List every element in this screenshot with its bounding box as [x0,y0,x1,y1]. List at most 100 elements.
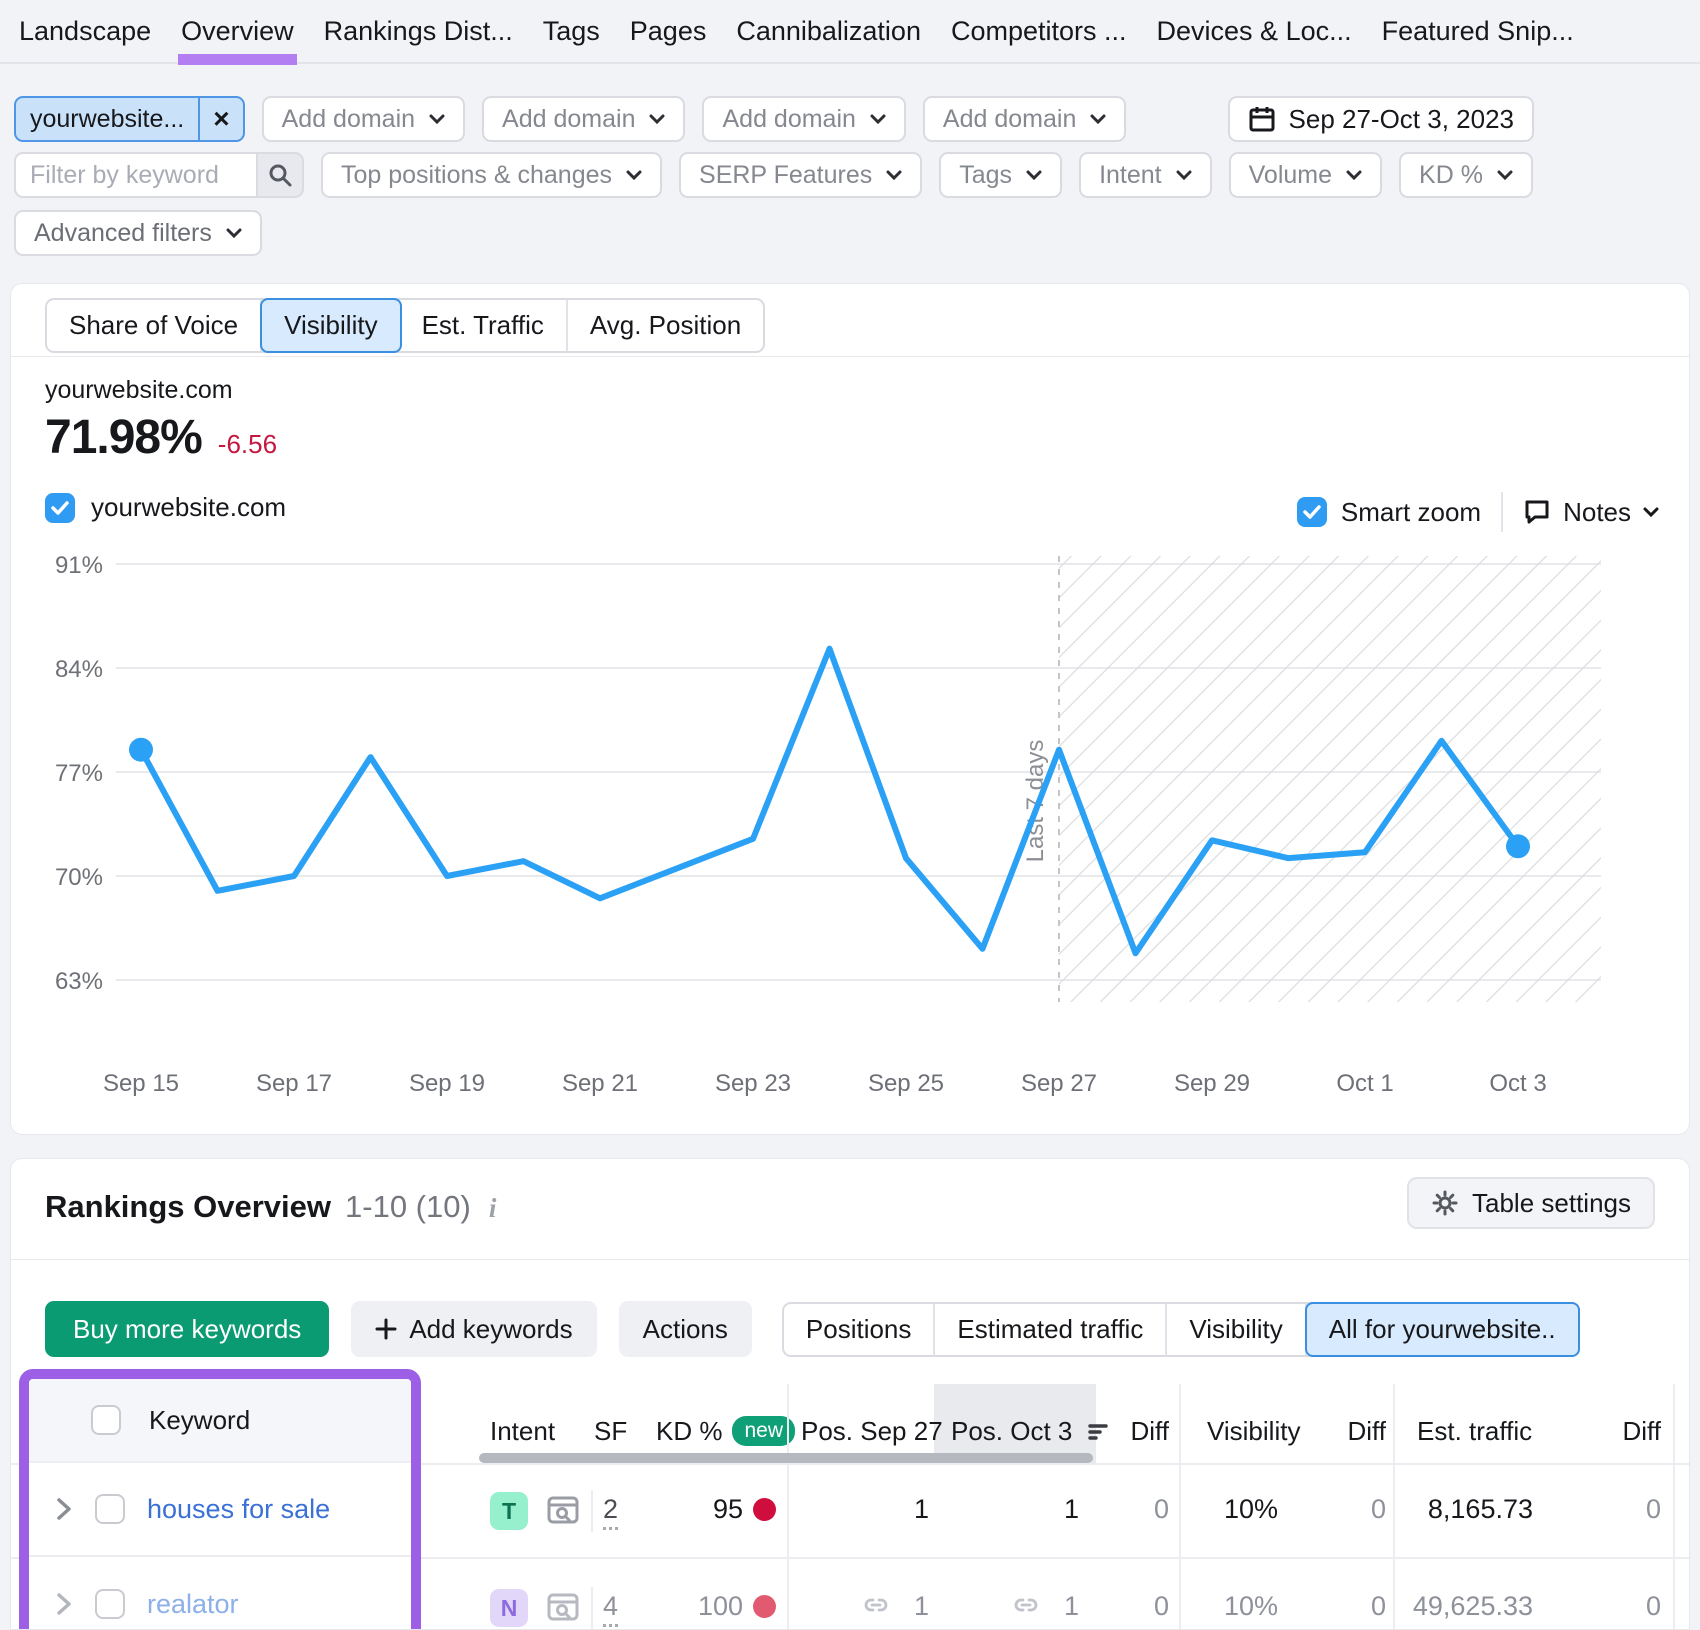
rankings-toolbar: Buy more keywords Add keywords Actions P… [45,1301,1580,1357]
pos-sep27-value: 1 [891,1591,929,1622]
check-icon [51,501,69,515]
tab-est-traffic[interactable]: Est. Traffic [400,300,568,351]
notes-dropdown[interactable]: Notes [1523,497,1659,528]
pos-sep27-value: 1 [811,1494,929,1525]
sf-count[interactable]: 4 [603,1591,618,1627]
select-all-checkbox[interactable] [91,1405,121,1435]
table-settings-button[interactable]: Table settings [1407,1177,1655,1229]
row-checkbox[interactable] [95,1494,125,1524]
notes-label: Notes [1563,497,1631,528]
serp-features-icon[interactable] [546,1494,580,1526]
keyword-cell-row-2: realator [29,1557,411,1630]
col-diff-2[interactable]: Diff [1321,1416,1386,1447]
col-visibility[interactable]: Visibility [1207,1416,1300,1447]
svg-text:Sep 19: Sep 19 [409,1070,485,1097]
info-icon[interactable]: i [485,1193,497,1224]
col-kd[interactable]: KD %new [656,1416,795,1447]
view-all-for-domain[interactable]: All for yourwebsite.. [1305,1302,1580,1357]
col-pos-oct3[interactable]: Pos. Oct 3 [951,1416,1110,1447]
search-button[interactable] [256,152,304,198]
keyword-filter [14,152,304,198]
add-domain-button-4[interactable]: Add domain [923,96,1126,142]
column-separator [1393,1384,1395,1630]
chart-legend: yourwebsite.com [45,492,286,523]
filter-intent[interactable]: Intent [1079,152,1212,198]
advanced-filters-button[interactable]: Advanced filters [14,210,262,256]
smart-zoom-toggle[interactable]: Smart zoom [1297,497,1481,528]
tab-cannibalization[interactable]: Cannibalization [721,0,936,63]
col-pos-sep27[interactable]: Pos. Sep 27 [801,1416,943,1447]
legend-domain-label: yourwebsite.com [91,492,286,523]
date-range-picker[interactable]: Sep 27-Oct 3, 2023 [1228,96,1534,142]
buy-more-keywords-button[interactable]: Buy more keywords [45,1301,329,1357]
keyword-link[interactable]: realator [147,1589,239,1620]
filter-kd[interactable]: KD % [1399,152,1533,198]
intent-badge-transactional[interactable]: T [490,1492,528,1530]
intent-badge-navigational[interactable]: N [490,1589,528,1627]
view-visibility[interactable]: Visibility [1167,1304,1306,1355]
search-icon [268,163,292,187]
tab-visibility[interactable]: Visibility [260,298,401,353]
filter-top-positions[interactable]: Top positions & changes [321,152,662,198]
actions-button[interactable]: Actions [619,1301,752,1357]
view-positions[interactable]: Positions [784,1304,936,1355]
rankings-overview-card: Rankings Overview 1-10 (10) i Table sett… [10,1158,1690,1630]
smart-zoom-checkbox[interactable] [1297,497,1327,527]
col-sf[interactable]: SF [594,1416,627,1447]
chevron-down-icon [226,228,242,238]
plus-icon [375,1318,397,1340]
chevron-down-icon [1090,114,1106,124]
col-diff-1[interactable]: Diff [1111,1416,1169,1447]
svg-text:Sep 23: Sep 23 [715,1070,791,1097]
table-view-tabs: Positions Estimated traffic Visibility A… [782,1302,1580,1357]
tab-share-of-voice[interactable]: Share of Voice [47,300,262,351]
sf-count[interactable]: 2 [603,1494,618,1530]
col-intent[interactable]: Intent [490,1416,555,1447]
tab-pages[interactable]: Pages [615,0,722,63]
tab-landscape[interactable]: Landscape [4,0,166,63]
filter-serp-features[interactable]: SERP Features [679,152,922,198]
tab-overview[interactable]: Overview [166,0,309,63]
svg-text:Sep 27: Sep 27 [1021,1070,1097,1097]
col-diff-3[interactable]: Diff [1601,1416,1661,1447]
serp-features-icon[interactable] [546,1591,580,1623]
filter-volume[interactable]: Volume [1229,152,1382,198]
add-domain-button-3[interactable]: Add domain [702,96,905,142]
filter-tags[interactable]: Tags [939,152,1062,198]
svg-text:Last 7 days: Last 7 days [1022,740,1049,863]
tab-avg-position[interactable]: Avg. Position [568,300,763,351]
expand-chevron-icon[interactable] [55,1591,73,1617]
keyword-column-highlight: Keyword houses for sale realator [19,1369,421,1630]
tab-featured-snippets[interactable]: Featured Snip... [1367,0,1589,63]
top-nav: Landscape Overview Rankings Dist... Tags… [0,0,1700,64]
mini-divider [591,1587,593,1629]
tab-competitors[interactable]: Competitors ... [936,0,1142,63]
tab-rankings-distribution[interactable]: Rankings Dist... [309,0,528,63]
expand-chevron-icon[interactable] [55,1496,73,1522]
domain-chip[interactable]: yourwebsite... × [14,96,245,142]
keyword-link[interactable]: houses for sale [147,1494,330,1525]
calendar-icon [1248,105,1276,133]
add-keywords-button[interactable]: Add keywords [351,1301,596,1357]
chevron-down-icon [1026,170,1042,180]
remove-domain-icon[interactable]: × [198,98,242,140]
divider [1501,492,1503,532]
visibility-chart[interactable]: 91%84%77%70%63%Last 7 daysSep 15Sep 17Se… [41,546,1661,1116]
card-divider [11,356,1689,357]
diff-value: 0 [1321,1591,1386,1622]
row-checkbox[interactable] [95,1589,125,1619]
col-est-traffic[interactable]: Est. traffic [1417,1416,1532,1447]
add-domain-button-2[interactable]: Add domain [482,96,685,142]
pos-oct3-value: 1 [1041,1591,1079,1622]
add-domain-button-1[interactable]: Add domain [262,96,465,142]
diff-value: 0 [1601,1494,1661,1525]
visibility-summary: 71.98% -6.56 [45,410,277,465]
legend-checkbox[interactable] [45,493,75,523]
keyword-filter-input[interactable] [14,152,256,198]
horizontal-scrollbar[interactable] [479,1453,1093,1463]
svg-text:77%: 77% [55,760,103,787]
rankings-title: Rankings Overview [45,1189,331,1225]
tab-devices-locations[interactable]: Devices & Loc... [1142,0,1367,63]
view-estimated-traffic[interactable]: Estimated traffic [935,1304,1167,1355]
tab-tags[interactable]: Tags [528,0,615,63]
